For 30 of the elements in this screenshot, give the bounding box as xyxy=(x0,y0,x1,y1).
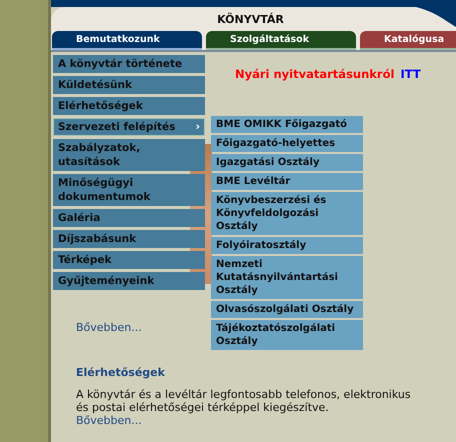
notice-link[interactable]: ITT xyxy=(400,67,421,81)
section-heading: Elérhetőségek xyxy=(76,366,165,379)
menu-item[interactable]: Elérhetőségek xyxy=(53,97,205,115)
submenu-item[interactable]: Tájékoztatószolgálati Osztály xyxy=(211,320,363,350)
submenu-item[interactable]: Igazgatási Osztály xyxy=(211,154,363,171)
nav-tab[interactable]: Bemutatkozunk xyxy=(52,31,202,50)
nav-tab[interactable]: Katalógusa xyxy=(360,31,456,50)
submenu-item[interactable]: Nemzeti Kutatásnyilvántartási Osztály xyxy=(211,256,363,299)
menu-item[interactable]: Szabályzatok, utasítások xyxy=(53,139,205,171)
menu-item[interactable]: Térképek xyxy=(53,251,205,269)
submenu-item[interactable]: Folyóiratosztály xyxy=(211,237,363,254)
menu-item[interactable]: Galéria xyxy=(53,209,205,227)
submenu-item[interactable]: BME OMIKK Főigazgató xyxy=(211,116,363,133)
swoosh-icon xyxy=(416,7,456,27)
menu-item[interactable]: A könyvtár története xyxy=(53,55,205,73)
notice-text: Nyári nyitvatartásunkról xyxy=(235,67,394,81)
nav-tab[interactable]: Szolgáltatások xyxy=(206,31,356,50)
submenu-item[interactable]: Főigazgató-helyettes xyxy=(211,135,363,152)
menu-item[interactable]: Küldetésünk xyxy=(53,76,205,94)
submenu-item[interactable]: Könyvbeszerzési és Könyvfeldolgozási Osztály xyxy=(211,192,363,235)
more-link[interactable]: Bővebben... xyxy=(76,321,142,334)
menu-item[interactable]: Szervezeti felépítés › xyxy=(53,118,205,136)
more-link[interactable]: Bővebben... xyxy=(76,414,142,427)
menu-item[interactable]: Minőségügyi dokumentumok xyxy=(53,174,205,206)
page-title: KÖNYVTÁR xyxy=(217,12,284,26)
menu-item[interactable]: Díjszabásunk xyxy=(53,230,205,248)
submenu-item[interactable]: BME Levéltár xyxy=(211,173,363,190)
menu-item[interactable]: Gyűjteményeink xyxy=(53,272,205,290)
submenu-item[interactable]: Olvasószolgálati Osztály xyxy=(211,301,363,318)
section-text: A könyvtár és a levéltár legfontosabb telefonos, elektronikus és postai elérhetőségei térképpel kiegészítve. xyxy=(76,388,412,414)
